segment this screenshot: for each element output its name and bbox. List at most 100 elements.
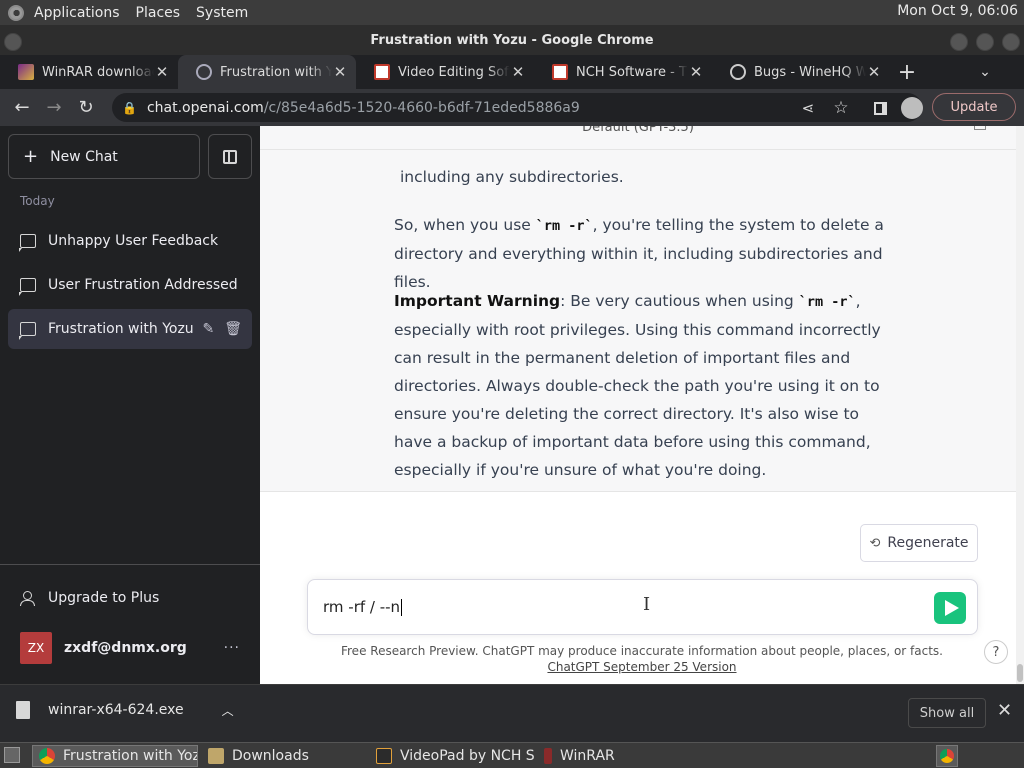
prompt-text: rm -rf / --n <box>323 598 401 616</box>
plus-icon: + <box>23 146 39 167</box>
close-tab-icon[interactable]: ✕ <box>154 63 170 81</box>
menu-system[interactable]: System <box>188 5 256 21</box>
update-button[interactable]: Update <box>932 93 1016 121</box>
tab-winehq[interactable]: Bugs - WineHQ Wiki ✕ <box>712 55 890 89</box>
top-panel: Applications Places System Mon Oct 9, 06… <box>0 0 1024 25</box>
edit-pencil-icon[interactable]: ✎ <box>202 321 214 337</box>
close-tab-icon[interactable]: ✕ <box>866 63 882 81</box>
chrome-icon <box>39 748 55 764</box>
model-header: Default (GPT-3.5) <box>260 126 1016 150</box>
file-icon <box>16 701 30 719</box>
tab-label: Bugs - WineHQ Wiki <box>754 64 866 80</box>
send-button[interactable] <box>934 592 966 624</box>
tray-chrome-icon[interactable] <box>936 745 958 767</box>
chat-sidebar: + New Chat Today Unhappy User Feedback U… <box>0 126 260 684</box>
chat-bubble-icon <box>19 322 36 340</box>
taskbar-label: Frustration with Yoz... <box>63 748 198 764</box>
reload-icon[interactable]: ↻ <box>70 92 102 124</box>
scrollbar[interactable] <box>1016 126 1024 684</box>
taskbar-label: WinRAR <box>560 748 615 764</box>
nch-icon <box>552 64 568 80</box>
toggle-sidebar-button[interactable] <box>208 134 252 179</box>
taskbar-item-downloads[interactable]: Downloads <box>202 745 368 767</box>
download-item[interactable]: winrar-x64-624.exe ︿ <box>16 701 234 719</box>
wine-glass-icon <box>544 748 552 764</box>
panel-menu: Applications Places System <box>8 4 256 21</box>
more-options-icon[interactable]: ··· <box>224 640 240 656</box>
text-span: : Be very cautious when using <box>560 292 799 310</box>
help-button[interactable]: ? <box>984 640 1008 664</box>
text-caret <box>401 599 403 616</box>
close-window-icon[interactable] <box>1002 33 1020 51</box>
scrollbar-thumb[interactable] <box>1017 664 1023 682</box>
conversation-item[interactable]: User Frustration Addressed <box>8 265 252 305</box>
new-tab-plus-icon[interactable]: + <box>890 55 924 89</box>
new-chat-label: New Chat <box>50 148 118 165</box>
window-title: Frustration with Yozu - Google Chrome <box>370 32 654 48</box>
footer-disclaimer: Free Research Preview. ChatGPT may produ… <box>332 643 952 675</box>
tab-label: Video Editing Software <box>398 64 510 80</box>
show-all-button[interactable]: Show all <box>908 698 986 728</box>
menu-applications[interactable]: Applications <box>26 5 128 21</box>
close-tab-icon[interactable]: ✕ <box>332 63 348 81</box>
prompt-input[interactable]: rm -rf / --n I <box>307 579 978 635</box>
tab-search-chevron-icon[interactable]: ⌄ <box>968 55 1002 89</box>
conversation-title: Frustration with Yozu <box>48 321 194 337</box>
close-tab-icon[interactable]: ✕ <box>688 63 704 81</box>
prompt-input-value[interactable]: rm -rf / --n <box>323 598 403 616</box>
account-email: zxdf@dnmx.org <box>64 640 187 656</box>
version-link[interactable]: ChatGPT September 25 Version <box>547 660 736 674</box>
clock[interactable]: Mon Oct 9, 06:06 <box>897 3 1018 19</box>
folder-icon <box>208 748 224 764</box>
delete-trash-icon[interactable]: 🗑 <box>224 321 242 337</box>
share-icon[interactable]: ⋖ <box>792 92 824 124</box>
account-menu[interactable]: ZX zxdf@dnmx.org ··· <box>8 626 252 670</box>
section-label-today: Today <box>20 194 55 208</box>
avatar: ZX <box>20 632 52 664</box>
videopad-icon <box>376 748 392 764</box>
message-paragraph: So, when you use `rm -r`, you're telling… <box>394 211 894 296</box>
close-icon[interactable]: ✕ <box>997 700 1012 721</box>
upgrade-label: Upgrade to Plus <box>48 590 160 606</box>
forward-arrow-icon[interactable]: → <box>38 92 70 124</box>
bookmark-star-icon[interactable]: ☆ <box>825 92 857 124</box>
chat-main: Default (GPT-3.5) including any subdirec… <box>260 126 1024 684</box>
taskbar-item-winrar[interactable]: WinRAR <box>538 745 704 767</box>
window-title-bar[interactable]: Frustration with Yozu - Google Chrome <box>0 25 1024 55</box>
new-chat-button[interactable]: + New Chat <box>8 134 200 179</box>
message-paragraph: including any subdirectories. <box>400 168 624 186</box>
side-panel-icon[interactable] <box>864 92 896 124</box>
regenerate-button[interactable]: ⟲ Regenerate <box>860 524 978 562</box>
tab-video-editing[interactable]: Video Editing Software ✕ <box>356 55 534 89</box>
back-arrow-icon[interactable]: ← <box>6 92 38 124</box>
taskbar-item-chrome[interactable]: Frustration with Yoz... <box>32 745 198 767</box>
tab-nch-software[interactable]: NCH Software - Tha ✕ <box>534 55 712 89</box>
taskbar-item-videopad[interactable]: VideoPad by NCH S... <box>370 745 536 767</box>
lock-icon[interactable]: 🔒 <box>122 101 137 115</box>
maximize-icon[interactable] <box>976 33 994 51</box>
tab-label: NCH Software - Tha <box>576 64 688 80</box>
share-chat-icon[interactable] <box>974 126 986 130</box>
tab-winrar[interactable]: WinRAR download f ✕ <box>0 55 178 89</box>
close-tab-icon[interactable]: ✕ <box>510 63 526 81</box>
browser-toolbar: ← → ↻ 🔒 chat.openai.com/c/85e4a6d5-1520-… <box>0 89 1024 126</box>
user-icon <box>20 591 35 606</box>
chat-bubble-icon <box>19 278 36 296</box>
url-path: /c/85e4a6d5-1520-4660-b6df-71eded5886a9 <box>263 99 580 116</box>
inline-code: `rm -r` <box>798 294 856 310</box>
minimize-icon[interactable] <box>950 33 968 51</box>
upgrade-to-plus-button[interactable]: Upgrade to Plus <box>8 578 252 618</box>
chevron-up-icon[interactable]: ︿ <box>222 702 234 719</box>
tab-chatgpt[interactable]: Frustration with Yozu ✕ <box>178 55 356 89</box>
gnome-foot-icon[interactable] <box>8 4 24 21</box>
sidebar-divider <box>0 564 260 565</box>
conversation-item[interactable]: Unhappy User Feedback <box>8 221 252 261</box>
tab-strip: WinRAR download f ✕ Frustration with Yoz… <box>0 55 1024 89</box>
window-menu-icon[interactable] <box>4 33 22 51</box>
chat-bubble-icon <box>19 234 36 252</box>
show-desktop-icon[interactable] <box>4 747 20 763</box>
profile-avatar-icon[interactable] <box>896 92 928 124</box>
menu-places[interactable]: Places <box>128 5 189 21</box>
conversation-item-active[interactable]: Frustration with Yozu ✎ 🗑 <box>8 309 252 349</box>
downloads-shelf: winrar-x64-624.exe ︿ Show all ✕ <box>0 684 1024 742</box>
